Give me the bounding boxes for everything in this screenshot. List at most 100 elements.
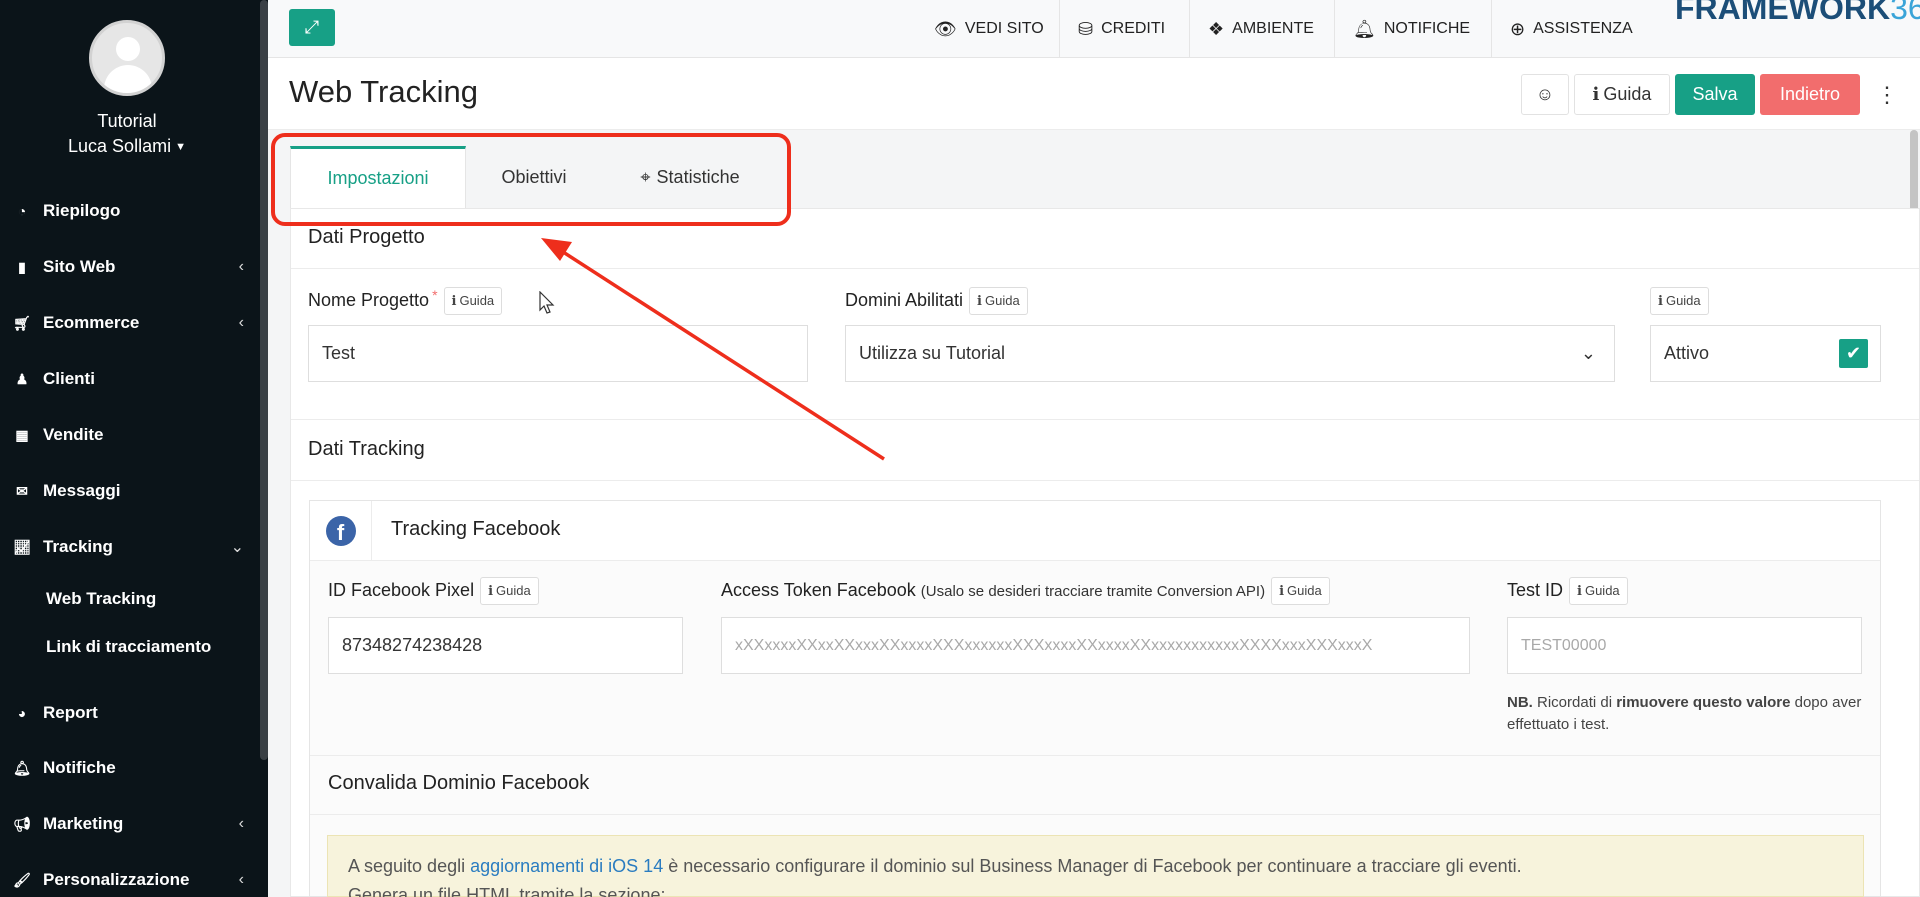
brush-icon: 🖌︎ bbox=[13, 871, 31, 888]
facebook-icon-cell: f bbox=[310, 501, 372, 561]
guida-button[interactable]: i Guida bbox=[480, 577, 539, 605]
guida-button[interactable]: i Guida bbox=[1569, 577, 1628, 605]
sidebar-item-label: Notifiche bbox=[43, 758, 116, 777]
sidebar-item-report[interactable]: ◕ Report bbox=[0, 695, 254, 731]
more-options-button[interactable]: ⋮ bbox=[1869, 74, 1905, 115]
lifebuoy-icon: ⊕ bbox=[1510, 18, 1526, 39]
guida-button[interactable]: i Guida bbox=[1574, 74, 1670, 115]
label-text: Test ID bbox=[1507, 579, 1564, 600]
coins-icon: ⛁ bbox=[1078, 18, 1094, 39]
guida-label: Guida bbox=[1603, 84, 1652, 104]
sidebar-item-riepilogo[interactable]: ◔ Riepilogo bbox=[0, 193, 254, 229]
divider bbox=[291, 419, 1919, 420]
sidebar-item-ecommerce[interactable]: 🛒︎ Ecommerce ‹ bbox=[0, 305, 254, 341]
domini-abilitati-select[interactable]: Utilizza su Tutorial ⌄ bbox=[845, 325, 1615, 382]
sidebar-item-label: Tracking bbox=[43, 537, 113, 556]
chevron-down-icon: ⌄ bbox=[230, 539, 244, 556]
top-link-label: NOTIFICHE bbox=[1383, 20, 1471, 37]
info-icon: i bbox=[488, 584, 494, 599]
alert-text: A seguito degli bbox=[348, 856, 471, 876]
sidebar-subitem-link-tracciamento[interactable]: Link di tracciamento bbox=[46, 637, 211, 657]
chevron-down-icon: ⌄ bbox=[1580, 343, 1596, 363]
guida-button[interactable]: i Guida bbox=[443, 287, 503, 315]
guida-button[interactable]: i Guida bbox=[1271, 577, 1330, 605]
sidebar-item-marketing[interactable]: 📢︎ Marketing ‹ bbox=[0, 806, 254, 842]
label-text: Access Token Facebook bbox=[721, 579, 916, 600]
top-link-crediti[interactable]: ⛁ CREDITI bbox=[1059, 0, 1187, 58]
sidebar: Tutorial Luca Sollami ▼ ◔ Riepilogo ▮ Sito … bbox=[0, 0, 268, 897]
info-icon: i bbox=[977, 294, 982, 309]
sidebar-subitem-web-tracking[interactable]: Web Tracking bbox=[46, 589, 156, 609]
facebook-icon: f bbox=[325, 516, 356, 546]
chevron-left-icon: ‹ bbox=[238, 815, 244, 832]
bell-icon: 🔔︎ bbox=[13, 759, 31, 776]
top-link-label: VEDI SITO bbox=[964, 20, 1044, 37]
more-vertical-icon: ⋮ bbox=[1876, 81, 1898, 107]
guida-label: Guida bbox=[985, 293, 1020, 308]
ios14-link[interactable]: aggiornamenti di iOS 14 bbox=[470, 856, 663, 876]
top-link-assistenza[interactable]: ⊕ ASSISTENZA bbox=[1491, 0, 1633, 58]
status-guida-label: i Guida bbox=[1650, 287, 1709, 315]
testid-label: Test ID i Guida bbox=[1507, 577, 1628, 605]
status-field: Attivo ✔ bbox=[1650, 325, 1881, 382]
sidebar-item-messaggi[interactable]: ✉ Messaggi bbox=[0, 473, 254, 509]
sidebar-item-personalizzazione[interactable]: 🖌︎ Personalizzazione ‹ bbox=[0, 862, 254, 897]
guida-button[interactable]: i Guida bbox=[1650, 287, 1709, 315]
user-name: Luca Sollami bbox=[68, 136, 172, 156]
sidebar-item-clienti[interactable]: ♟ Clienti bbox=[0, 361, 254, 397]
facebook-pixel-input[interactable]: 87348274238428 bbox=[328, 617, 683, 674]
sidebar-item-label: Personalizzazione bbox=[43, 870, 190, 889]
ios14-alert: A seguito degli aggiornamenti di iOS 14 … bbox=[327, 835, 1864, 897]
dashboard-icon: ◔ bbox=[17, 203, 27, 219]
guida-label: Guida bbox=[459, 293, 495, 308]
page-header: Web Tracking ☺ i Guida Salva Indietro ⋮ bbox=[268, 58, 1920, 130]
guida-label: Guida bbox=[1287, 583, 1322, 598]
brand-logo[interactable]: FRAMEWORK360 bbox=[1675, 0, 1920, 27]
page-title: Web Tracking bbox=[289, 74, 478, 109]
top-link-vedi-sito[interactable]: 👁︎ VEDI SITO bbox=[916, 0, 1044, 58]
expand-button[interactable]: ⤢ bbox=[289, 9, 335, 46]
sidebar-item-sito-web[interactable]: ▮ Sito Web ‹ bbox=[0, 249, 254, 285]
caret-down-icon: ▼ bbox=[175, 141, 186, 154]
back-button[interactable]: Indietro bbox=[1760, 74, 1860, 115]
facebook-tracking-header: f Tracking Facebook bbox=[310, 501, 1880, 561]
sidebar-item-tracking[interactable]: 📈︎ Tracking ⌄ bbox=[0, 529, 254, 565]
sidebar-item-label: Marketing bbox=[43, 814, 124, 833]
nome-progetto-label: Nome Progetto * i Guida bbox=[308, 287, 503, 315]
user-company: Tutorial bbox=[97, 111, 157, 131]
bell-icon: 🔔︎ bbox=[1353, 18, 1376, 39]
smiley-icon: ☺ bbox=[1535, 84, 1555, 104]
access-token-input[interactable]: xXXxxxxXXxxXXxxxXXxxxxXXXxxxxxxXXXxxxxXX… bbox=[721, 617, 1470, 674]
chart-line-icon: 📈︎ bbox=[13, 538, 31, 555]
top-link-notifiche[interactable]: 🔔︎ NOTIFICHE bbox=[1334, 0, 1470, 58]
megaphone-icon: 📢︎ bbox=[13, 815, 31, 832]
test-id-input[interactable]: TEST00000 bbox=[1507, 617, 1862, 674]
topbar: ⤢ 👁︎ VEDI SITO ⛁ CREDITI ❖ AMBIENTE 🔔︎ NOTIF… bbox=[268, 0, 1920, 58]
check-icon: ✔ bbox=[1845, 343, 1862, 363]
info-icon: i bbox=[1577, 584, 1582, 599]
emoji-button[interactable]: ☺ bbox=[1521, 74, 1569, 115]
cart-icon: 🛒︎ bbox=[13, 314, 31, 331]
sidebar-item-label: Clienti bbox=[43, 369, 95, 388]
nome-progetto-input[interactable]: Test bbox=[308, 325, 808, 382]
mouse-cursor-icon bbox=[539, 291, 555, 314]
top-link-label: ASSISTENZA bbox=[1533, 20, 1633, 37]
sidebar-scrollbar[interactable] bbox=[260, 0, 268, 760]
envelope-icon: ✉ bbox=[16, 482, 28, 499]
user-menu[interactable]: Luca Sollami ▼ bbox=[0, 136, 254, 157]
token-label: Access Token Facebook (Usalo se desideri… bbox=[721, 577, 1330, 605]
label-text: ID Facebook Pixel bbox=[328, 579, 475, 600]
save-button[interactable]: Salva bbox=[1675, 74, 1755, 115]
expand-icon: ⤢ bbox=[304, 17, 320, 37]
top-link-ambiente[interactable]: ❖ AMBIENTE bbox=[1189, 0, 1314, 58]
section-title-convalida: Convalida Dominio Facebook bbox=[328, 772, 590, 794]
guida-button[interactable]: i Guida bbox=[969, 287, 1028, 315]
sidebar-item-vendite[interactable]: ▦ Vendite bbox=[0, 417, 254, 453]
nb-text: Ricordati di bbox=[1532, 694, 1617, 711]
sidebar-item-label: Report bbox=[43, 703, 98, 722]
avatar[interactable] bbox=[89, 20, 165, 96]
sidebar-item-notifiche[interactable]: 🔔︎ Notifiche bbox=[0, 750, 254, 786]
eye-icon: 👁︎ bbox=[934, 18, 957, 39]
brand-text: FRAMEWORK bbox=[1675, 0, 1891, 26]
attivo-checkbox[interactable]: ✔ bbox=[1839, 339, 1868, 368]
